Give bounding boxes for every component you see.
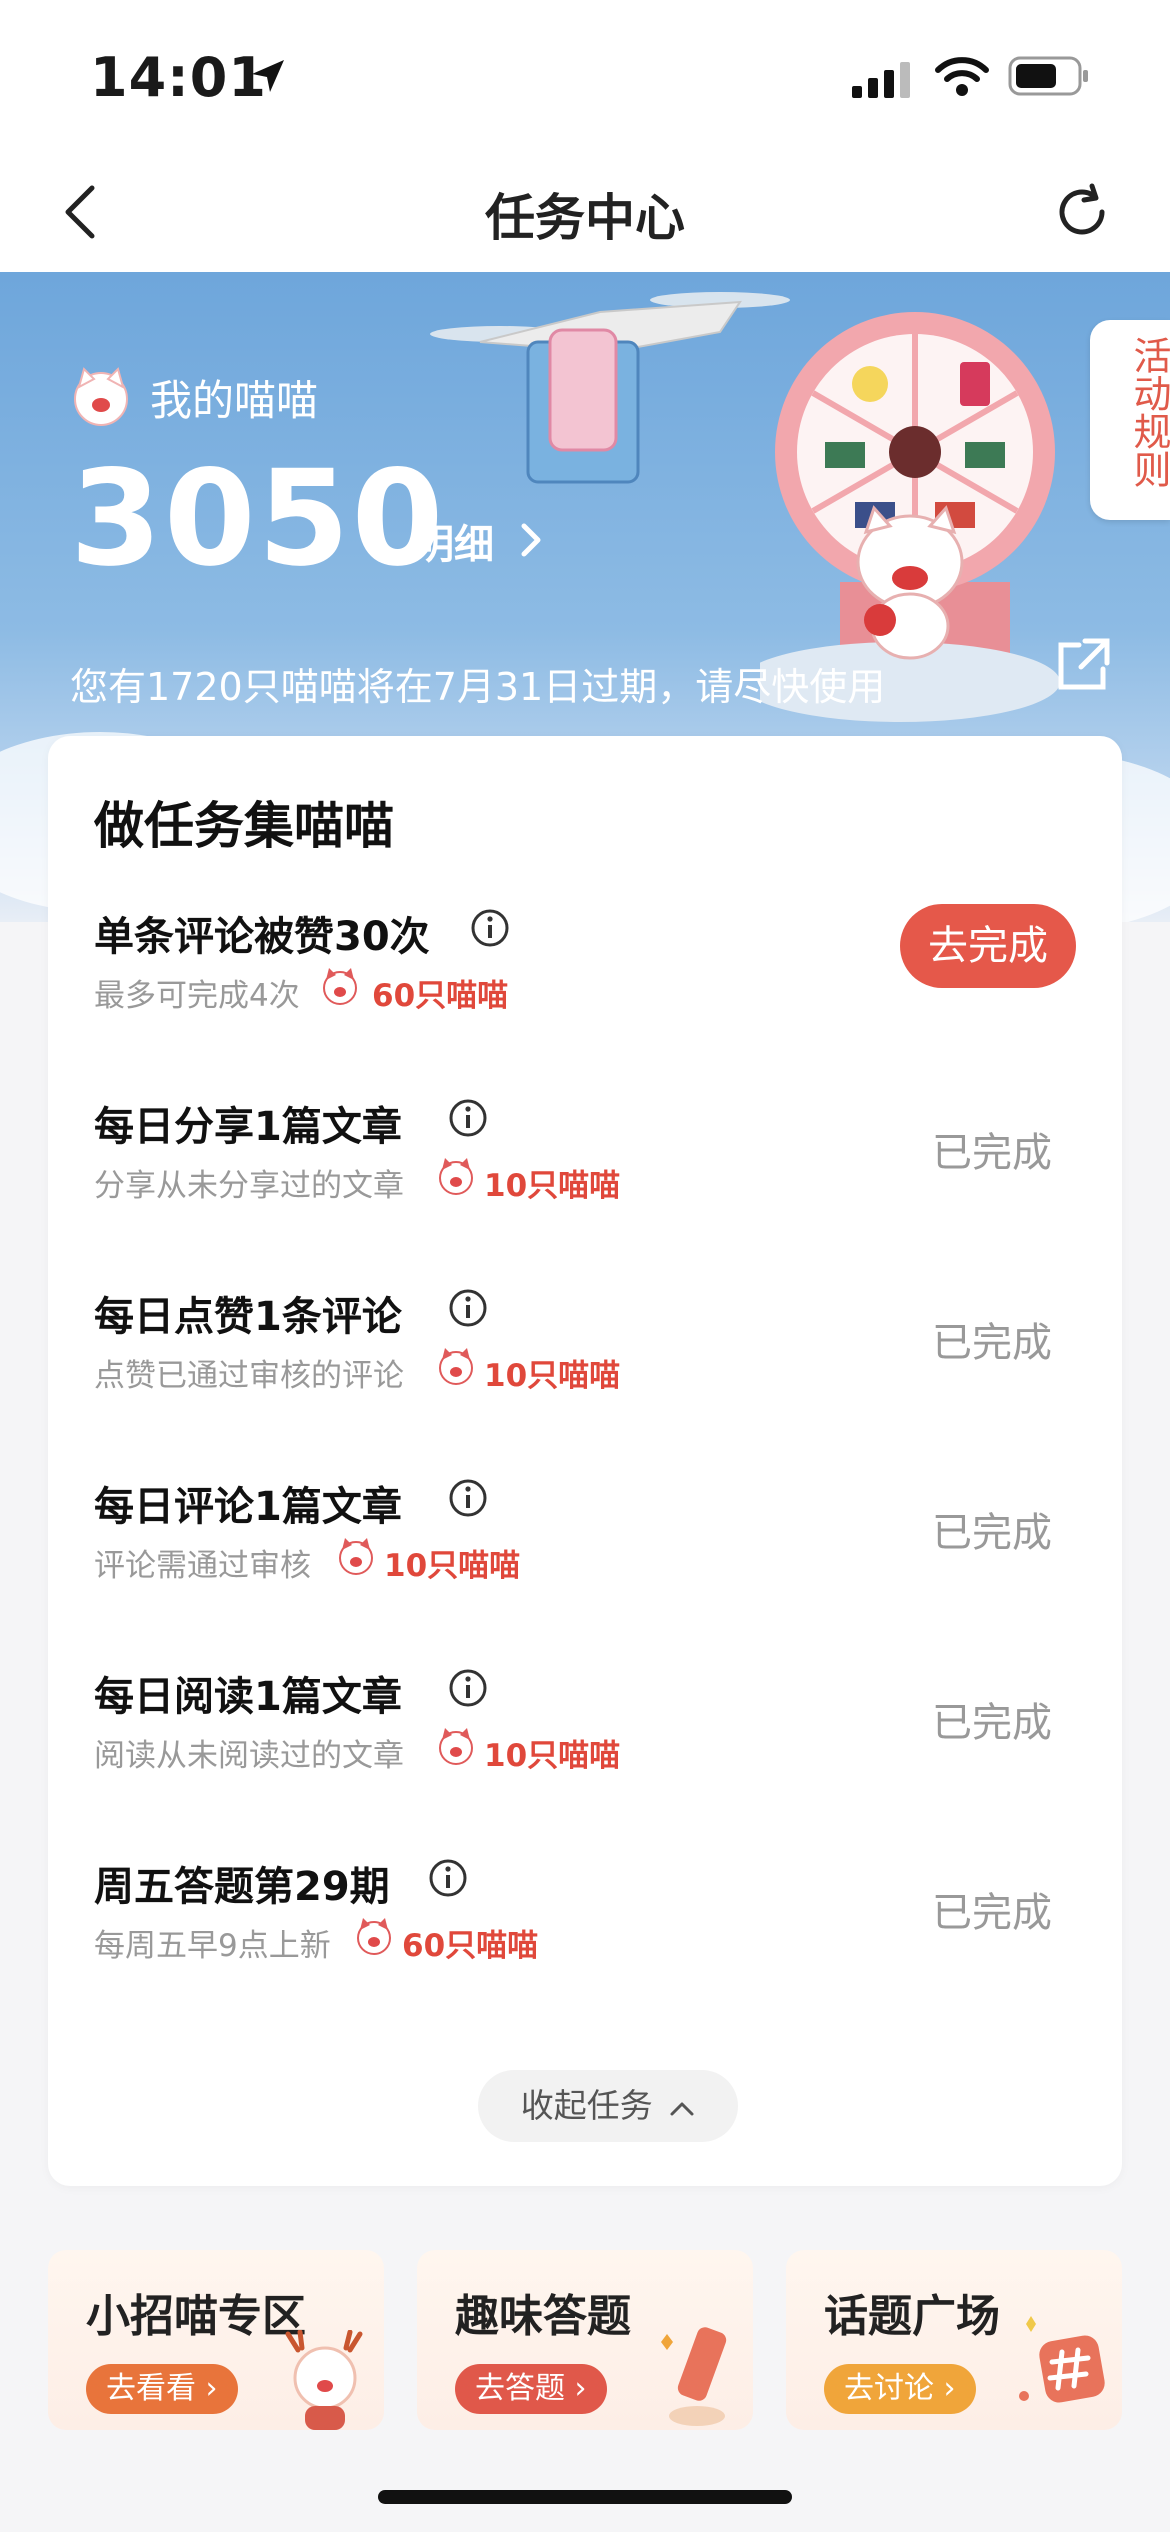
status-bar: 14:01	[0, 0, 1170, 150]
drone-illustration	[430, 292, 790, 484]
task-item: 每日点赞1条评论 点赞已通过审核的评论 10只喵喵 已完成	[48, 1284, 1122, 1474]
home-indicator	[378, 2490, 792, 2504]
expire-notice: 您有1720只喵喵将在7月31日过期，请尽快使用	[70, 665, 886, 709]
task-description: 评论需通过审核	[94, 1548, 311, 1584]
cat-reward-icon	[439, 1348, 473, 1385]
info-icon[interactable]	[448, 1288, 488, 1328]
share-icon[interactable]	[1055, 635, 1113, 693]
activity-rules-label: 活动规则	[1127, 336, 1170, 488]
my-points-label: 我的喵喵	[150, 376, 319, 425]
chevron-up-icon	[670, 2102, 694, 2115]
nav-bar: 任务中心	[0, 150, 1170, 274]
task-status-done: 已完成	[932, 1320, 1052, 1366]
cat-reward-icon	[439, 1728, 473, 1765]
task-description: 每周五早9点上新	[94, 1928, 331, 1964]
feature-title: 小招喵专区	[86, 2291, 306, 2342]
task-status-done: 已完成	[932, 1890, 1052, 1936]
activity-rules-tab[interactable]: 活动规则	[1090, 320, 1170, 520]
task-item: 每日分享1篇文章 分享从未分享过的文章 10只喵喵 已完成	[48, 1094, 1122, 1284]
task-item: 单条评论被赞30次 最多可完成4次 60只喵喵 去完成	[48, 904, 1122, 1094]
feature-title: 趣味答题	[455, 2291, 631, 2342]
task-item: 周五答题第29期 每周五早9点上新 60只喵喵 已完成	[48, 1854, 1122, 2044]
task-item: 每日阅读1篇文章 阅读从未阅读过的文章 10只喵喵 已完成	[48, 1664, 1122, 1854]
points-value: 3050	[70, 442, 446, 596]
task-description: 点赞已通过审核的评论	[94, 1358, 404, 1394]
pencil-illustration	[661, 2327, 727, 2426]
answer-button[interactable]: 去答题 ›	[455, 2364, 607, 2414]
collapse-tasks-label: 收起任务	[520, 2086, 653, 2125]
task-name: 每日评论1篇文章	[94, 1484, 402, 1530]
task-status-done: 已完成	[932, 1700, 1052, 1746]
view-button-label: 去看看	[106, 2371, 196, 2406]
task-reward: 10只喵喵	[484, 1358, 621, 1394]
page-title: 任务中心	[485, 189, 685, 247]
answer-button-label: 去答题	[475, 2371, 565, 2406]
task-name: 每日点赞1条评论	[94, 1294, 402, 1340]
feature-card-topics[interactable]: 话题广场 去讨论 ›	[786, 2250, 1122, 2430]
cat-reward-icon	[439, 1158, 473, 1195]
task-name: 单条评论被赞30次	[94, 914, 430, 960]
cat-reward-icon	[323, 968, 357, 1005]
task-section-title: 做任务集喵喵	[94, 797, 394, 855]
task-description: 分享从未分享过的文章	[94, 1168, 404, 1204]
wifi-icon	[935, 57, 989, 96]
task-reward: 10只喵喵	[484, 1738, 621, 1774]
task-status-done: 已完成	[932, 1510, 1052, 1556]
info-icon[interactable]	[428, 1858, 468, 1898]
task-reward: 10只喵喵	[384, 1548, 521, 1584]
cat-mascot-icon	[74, 367, 128, 426]
task-reward: 60只喵喵	[372, 978, 509, 1014]
go-complete-button[interactable]: 去完成	[900, 904, 1076, 988]
mascot-deer-illustration	[285, 2330, 363, 2430]
cat-reward-icon	[339, 1538, 373, 1575]
status-time: 14:01	[90, 46, 267, 109]
refresh-icon[interactable]	[1052, 182, 1112, 242]
feature-card-zone[interactable]: 小招喵专区 去看看 ›	[48, 2250, 384, 2430]
info-icon[interactable]	[448, 1098, 488, 1138]
location-arrow-icon	[252, 60, 284, 92]
info-icon[interactable]	[448, 1478, 488, 1518]
cellular-signal-icon	[852, 62, 910, 98]
task-name: 每日阅读1篇文章	[94, 1674, 402, 1720]
view-button[interactable]: 去看看 ›	[86, 2364, 238, 2414]
cat-reward-icon	[357, 1918, 391, 1955]
task-list-card: 做任务集喵喵 单条评论被赞30次 最多可完成4次 60只喵喵 去完成 每日分享1…	[48, 736, 1122, 2186]
task-name: 每日分享1篇文章	[94, 1104, 402, 1150]
points-detail-link[interactable]: 明细	[414, 512, 494, 570]
task-name: 周五答题第29期	[94, 1864, 390, 1910]
discuss-button-label: 去讨论	[844, 2371, 934, 2406]
collapse-tasks-button[interactable]: 收起任务	[478, 2070, 738, 2142]
cat-mascot-illustration	[856, 505, 964, 660]
task-item: 每日评论1篇文章 评论需通过审核 10只喵喵 已完成	[48, 1474, 1122, 1664]
task-description: 最多可完成4次	[94, 978, 300, 1014]
hashtag-icon	[1019, 2316, 1105, 2403]
task-description: 阅读从未阅读过的文章	[94, 1738, 404, 1774]
info-icon[interactable]	[448, 1668, 488, 1708]
task-reward: 60只喵喵	[402, 1928, 539, 1964]
task-reward: 10只喵喵	[484, 1168, 621, 1204]
feature-card-quiz[interactable]: 趣味答题 去答题 ›	[417, 2250, 753, 2430]
feature-title: 话题广场	[824, 2291, 1000, 2342]
task-status-done: 已完成	[932, 1130, 1052, 1176]
discuss-button[interactable]: 去讨论 ›	[824, 2364, 976, 2414]
chevron-right-icon[interactable]	[520, 522, 542, 558]
info-icon[interactable]	[470, 908, 510, 948]
battery-icon	[1008, 56, 1088, 96]
